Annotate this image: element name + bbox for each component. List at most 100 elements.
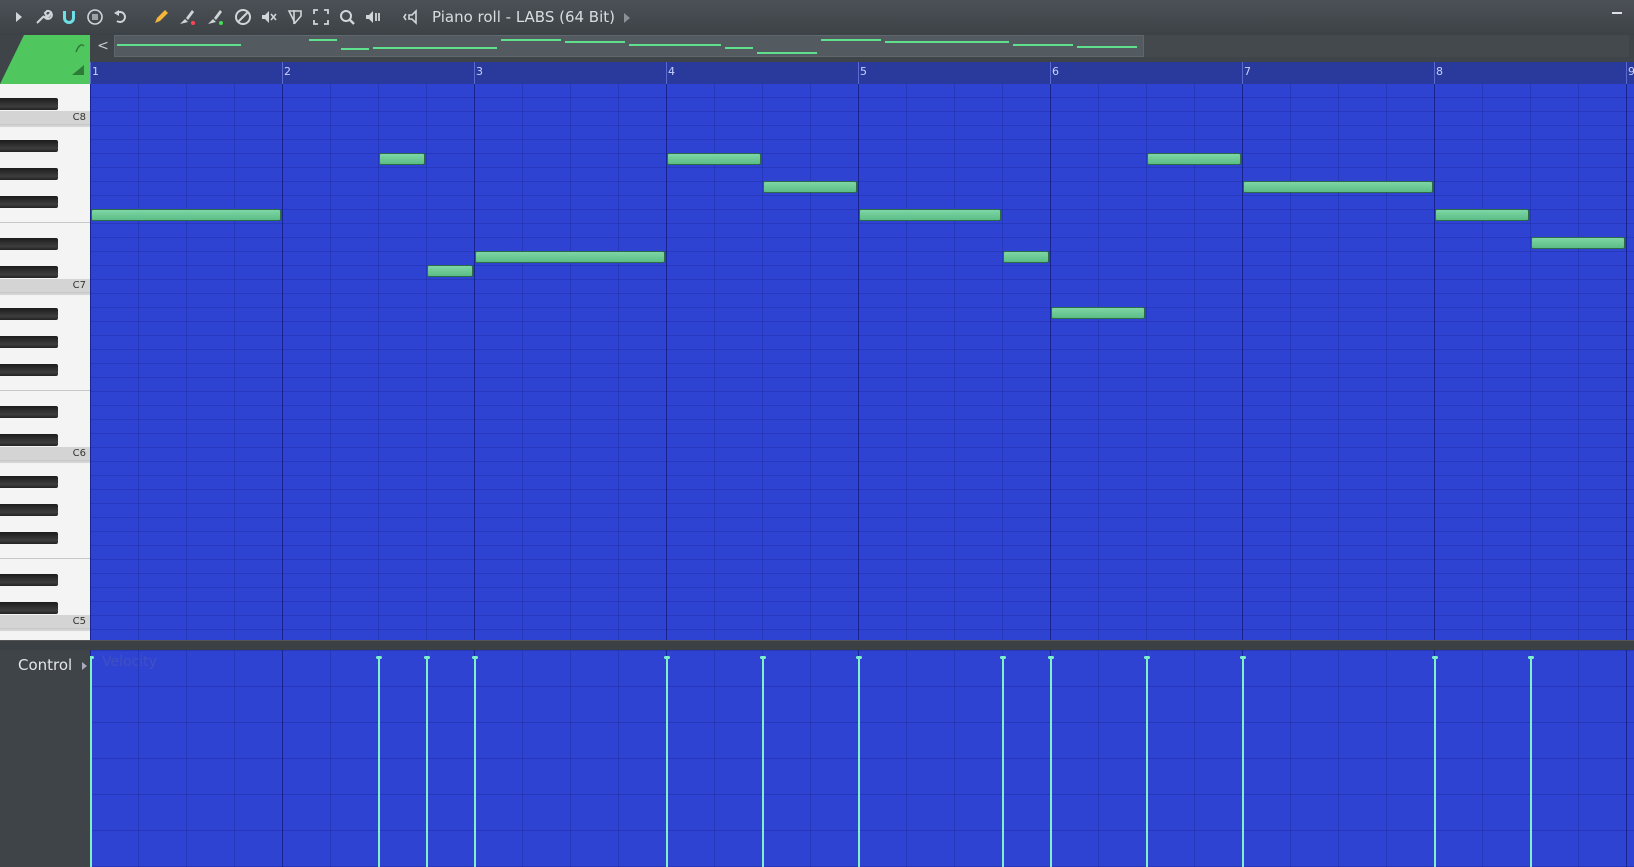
velocity-bar[interactable]	[1002, 657, 1004, 867]
black-key[interactable]	[0, 196, 58, 208]
note[interactable]	[475, 251, 665, 263]
velocity-bar[interactable]	[762, 657, 764, 867]
velocity-handle[interactable]	[1000, 656, 1006, 659]
overview-note	[757, 52, 817, 54]
note[interactable]	[1003, 251, 1049, 263]
black-key[interactable]	[0, 434, 58, 446]
bar-number: 5	[860, 65, 867, 78]
overview-note	[341, 48, 369, 51]
playback-icon[interactable]	[362, 6, 384, 28]
overview-note	[821, 39, 881, 41]
note[interactable]	[379, 153, 425, 165]
note[interactable]	[427, 265, 473, 277]
menu-circle-icon[interactable]	[84, 6, 106, 28]
overview-note	[1013, 43, 1073, 46]
play-arrow-icon[interactable]	[8, 6, 30, 28]
bar-number: 3	[476, 65, 483, 78]
overview-scrollbar[interactable]	[114, 35, 1144, 57]
title-menu-arrow-icon[interactable]	[624, 13, 630, 23]
velocity-bar[interactable]	[1434, 657, 1436, 867]
black-key[interactable]	[0, 406, 58, 418]
velocity-bar[interactable]	[1146, 657, 1148, 867]
delete-icon[interactable]	[232, 6, 254, 28]
black-key[interactable]	[0, 476, 58, 488]
velocity-bar[interactable]	[1050, 657, 1052, 867]
black-key[interactable]	[0, 266, 58, 278]
velocity-bar[interactable]	[90, 657, 92, 867]
velocity-handle[interactable]	[1048, 656, 1054, 659]
velocity-bar[interactable]	[1242, 657, 1244, 867]
note-tool-corner[interactable]	[0, 35, 90, 84]
velocity-handle[interactable]	[856, 656, 862, 659]
velocity-handle[interactable]	[664, 656, 670, 659]
velocity-lane-title: Velocity	[102, 654, 157, 670]
note[interactable]	[1243, 181, 1433, 193]
black-key[interactable]	[0, 532, 58, 544]
velocity-handle[interactable]	[1144, 656, 1150, 659]
overview-note	[117, 43, 241, 46]
bar-number: 6	[1052, 65, 1059, 78]
note[interactable]	[1051, 307, 1145, 319]
bar-number: 2	[284, 65, 291, 78]
overview-note	[565, 41, 625, 44]
black-key[interactable]	[0, 336, 58, 348]
scroll-left-icon[interactable]: <	[92, 35, 114, 57]
velocity-handle[interactable]	[376, 656, 382, 659]
black-key[interactable]	[0, 602, 58, 614]
ruler-tick	[1626, 62, 1627, 84]
note-grid[interactable]	[90, 84, 1634, 640]
black-key[interactable]	[0, 168, 58, 180]
black-key[interactable]	[0, 238, 58, 250]
black-key[interactable]	[0, 364, 58, 376]
overview-empty	[1144, 35, 1629, 57]
velocity-handle[interactable]	[1432, 656, 1438, 659]
mute-icon[interactable]	[258, 6, 280, 28]
undo-icon[interactable]	[110, 6, 132, 28]
slice-icon[interactable]	[284, 6, 306, 28]
control-label[interactable]: Control	[18, 656, 72, 674]
magnet-icon[interactable]	[58, 6, 80, 28]
velocity-bar[interactable]	[426, 657, 428, 867]
timeline-ruler[interactable]: 1 2 3 4 5 6 7 8 9	[90, 62, 1634, 85]
note[interactable]	[1531, 237, 1625, 249]
white-key-divider	[0, 292, 90, 293]
minimize-icon[interactable]	[1612, 12, 1622, 14]
black-key[interactable]	[0, 140, 58, 152]
velocity-bar[interactable]	[666, 657, 668, 867]
black-key[interactable]	[0, 574, 58, 586]
velocity-bar[interactable]	[474, 657, 476, 867]
control-panel: Control	[0, 650, 90, 867]
zoom-icon[interactable]	[336, 6, 358, 28]
pencil-icon[interactable]	[150, 6, 172, 28]
velocity-bar[interactable]	[378, 657, 380, 867]
control-dropdown-icon[interactable]	[82, 662, 87, 670]
velocity-handle[interactable]	[90, 656, 94, 659]
black-key[interactable]	[0, 98, 58, 110]
speaker-icon[interactable]	[402, 6, 424, 28]
titlebar: Piano roll - LABS (64 Bit)	[0, 0, 1634, 36]
note[interactable]	[1147, 153, 1241, 165]
wrench-icon[interactable]	[32, 6, 54, 28]
note[interactable]	[763, 181, 857, 193]
paint-brush-icon[interactable]	[176, 6, 198, 28]
piano-keyboard[interactable]: C8 C7 C6 C5	[0, 84, 91, 640]
bar-number: 4	[668, 65, 675, 78]
black-key[interactable]	[0, 504, 58, 516]
white-key-divider	[0, 390, 90, 391]
bar-number: 8	[1436, 65, 1443, 78]
velocity-bar[interactable]	[858, 657, 860, 867]
black-key[interactable]	[0, 308, 58, 320]
velocity-bar[interactable]	[1530, 657, 1532, 867]
velocity-handle[interactable]	[472, 656, 478, 659]
velocity-handle[interactable]	[424, 656, 430, 659]
velocity-lane[interactable]: Velocity	[90, 650, 1634, 867]
note[interactable]	[1435, 209, 1529, 221]
note[interactable]	[91, 209, 281, 221]
velocity-handle[interactable]	[1528, 656, 1534, 659]
velocity-handle[interactable]	[1240, 656, 1246, 659]
paint-brush-alt-icon[interactable]	[204, 6, 226, 28]
note[interactable]	[667, 153, 761, 165]
velocity-handle[interactable]	[760, 656, 766, 659]
select-icon[interactable]	[310, 6, 332, 28]
note[interactable]	[859, 209, 1001, 221]
